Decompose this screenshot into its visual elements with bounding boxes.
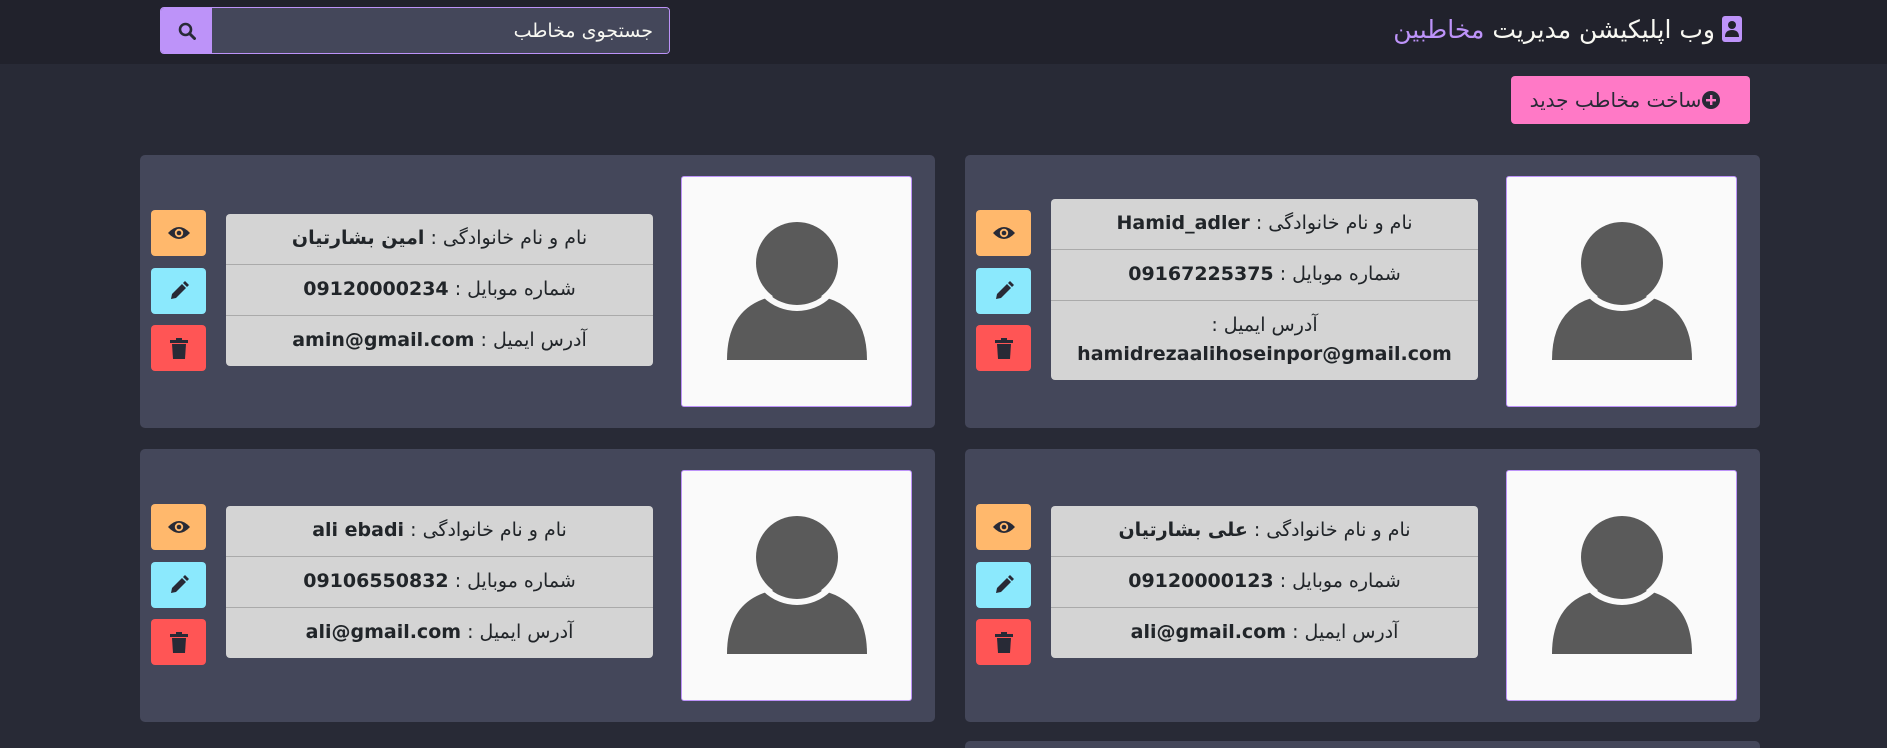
fullname-value: ali ebadi [312, 519, 405, 541]
brand-accent: مخاطبین [1393, 14, 1485, 44]
email-row: آدرس ایمیل : ali@gmail.com [1051, 608, 1478, 658]
search-bar [160, 7, 670, 54]
contact-info: نام و نام خانوادگی : ali ebadi شماره موب… [226, 506, 653, 658]
mobile-value: 09120000234 [303, 278, 449, 300]
fullname-row: نام و نام خانوادگی : علی بشارتیان [1051, 506, 1478, 557]
view-button[interactable] [151, 504, 206, 550]
contact-info: نام و نام خانوادگی : Hamid_adler شماره م… [1051, 199, 1478, 380]
new-contact-label: ساخت مخاطب جدید [1529, 88, 1702, 112]
brand: وب اپلیکیشن مدیریت مخاطبین [1393, 0, 1742, 58]
search-input[interactable] [212, 8, 669, 53]
trash-icon [169, 631, 188, 653]
fullname-label: نام و نام خانوادگی : [1253, 519, 1411, 541]
edit-button[interactable] [976, 562, 1031, 608]
user-silhouette-icon [727, 514, 867, 654]
fullname-row: نام و نام خانوادگی : Hamid_adler [1051, 199, 1478, 250]
fullname-row: نام و نام خانوادگی : ali ebadi [226, 506, 653, 557]
mobile-label: شماره موبایل : [454, 278, 576, 300]
mobile-label: شماره موبایل : [1279, 570, 1401, 592]
search-button[interactable] [161, 8, 212, 53]
avatar [1506, 176, 1737, 407]
contact-card: نام و نام خانوادگی : امین بشارتیان شماره… [140, 155, 935, 428]
avatar [681, 470, 912, 701]
view-button[interactable] [976, 210, 1031, 256]
trash-icon [994, 337, 1013, 359]
view-button[interactable] [976, 504, 1031, 550]
fullname-value: امین بشارتیان [291, 227, 425, 249]
contact-card: نام و نام خانوادگی : ali ebadi شماره موب… [140, 449, 935, 722]
mobile-row: شماره موبایل : 09106550832 [226, 557, 653, 608]
pencil-icon [995, 575, 1014, 593]
fullname-value: Hamid_adler [1116, 212, 1250, 234]
contact-info: نام و نام خانوادگی : امین بشارتیان شماره… [226, 214, 653, 366]
mobile-label: شماره موبایل : [454, 570, 576, 592]
email-label: آدرس ایمیل : [1211, 314, 1318, 336]
eye-icon [992, 521, 1015, 533]
user-silhouette-icon [1552, 514, 1692, 654]
email-row: آدرس ایمیل : ali@gmail.com [226, 608, 653, 658]
fullname-value: علی بشارتیان [1118, 519, 1248, 541]
edit-button[interactable] [151, 268, 206, 314]
pencil-icon [995, 281, 1014, 299]
avatar [1506, 470, 1737, 701]
delete-button[interactable] [976, 619, 1031, 665]
email-value: ali@gmail.com [305, 621, 462, 643]
view-button[interactable] [151, 210, 206, 256]
contact-book-icon [1722, 16, 1742, 42]
contact-info: نام و نام خانوادگی : علی بشارتیان شماره … [1051, 506, 1478, 658]
fullname-label: نام و نام خانوادگی : [410, 519, 567, 541]
pencil-icon [170, 575, 189, 593]
mobile-row: شماره موبایل : 09167225375 [1051, 250, 1478, 301]
plus-circle-icon [1702, 91, 1721, 109]
brand-title: وب اپلیکیشن مدیریت [1492, 14, 1715, 44]
edit-button[interactable] [976, 268, 1031, 314]
email-label: آدرس ایمیل : [480, 329, 587, 351]
delete-button[interactable] [151, 619, 206, 665]
email-label: آدرس ایمیل : [1292, 621, 1399, 643]
edit-button[interactable] [151, 562, 206, 608]
email-row: آدرس ایمیل : amin@gmail.com [226, 316, 653, 366]
trash-icon [169, 337, 188, 359]
delete-button[interactable] [151, 325, 206, 371]
contact-card-partial [965, 741, 1760, 748]
fullname-row: نام و نام خانوادگی : امین بشارتیان [226, 214, 653, 265]
mobile-value: 09120000123 [1128, 570, 1274, 592]
email-row: آدرس ایمیل : hamidrezaalihoseinpor@gmail.… [1051, 301, 1478, 380]
mobile-label: شماره موبایل : [1279, 263, 1401, 285]
search-icon [178, 22, 196, 40]
pencil-icon [170, 281, 189, 299]
email-value: ali@gmail.com [1130, 621, 1287, 643]
contact-card: نام و نام خانوادگی : علی بشارتیان شماره … [965, 449, 1760, 722]
fullname-label: نام و نام خانوادگی : [430, 227, 588, 249]
email-value: hamidrezaalihoseinpor@gmail.com [1077, 343, 1452, 365]
trash-icon [994, 631, 1013, 653]
new-contact-button[interactable]: ساخت مخاطب جدید [1511, 76, 1750, 124]
eye-icon [167, 521, 190, 533]
user-silhouette-icon [727, 220, 867, 360]
mobile-value: 09106550832 [303, 570, 449, 592]
eye-icon [992, 227, 1015, 239]
avatar [681, 176, 912, 407]
mobile-row: شماره موبایل : 09120000123 [1051, 557, 1478, 608]
mobile-value: 09167225375 [1128, 263, 1274, 285]
navbar: وب اپلیکیشن مدیریت مخاطبین [0, 0, 1887, 64]
delete-button[interactable] [976, 325, 1031, 371]
eye-icon [167, 227, 190, 239]
email-label: آدرس ایمیل : [467, 621, 574, 643]
user-silhouette-icon [1552, 220, 1692, 360]
email-value: amin@gmail.com [292, 329, 475, 351]
fullname-label: نام و نام خانوادگی : [1255, 212, 1413, 234]
mobile-row: شماره موبایل : 09120000234 [226, 265, 653, 316]
contact-card: نام و نام خانوادگی : Hamid_adler شماره م… [965, 155, 1760, 428]
